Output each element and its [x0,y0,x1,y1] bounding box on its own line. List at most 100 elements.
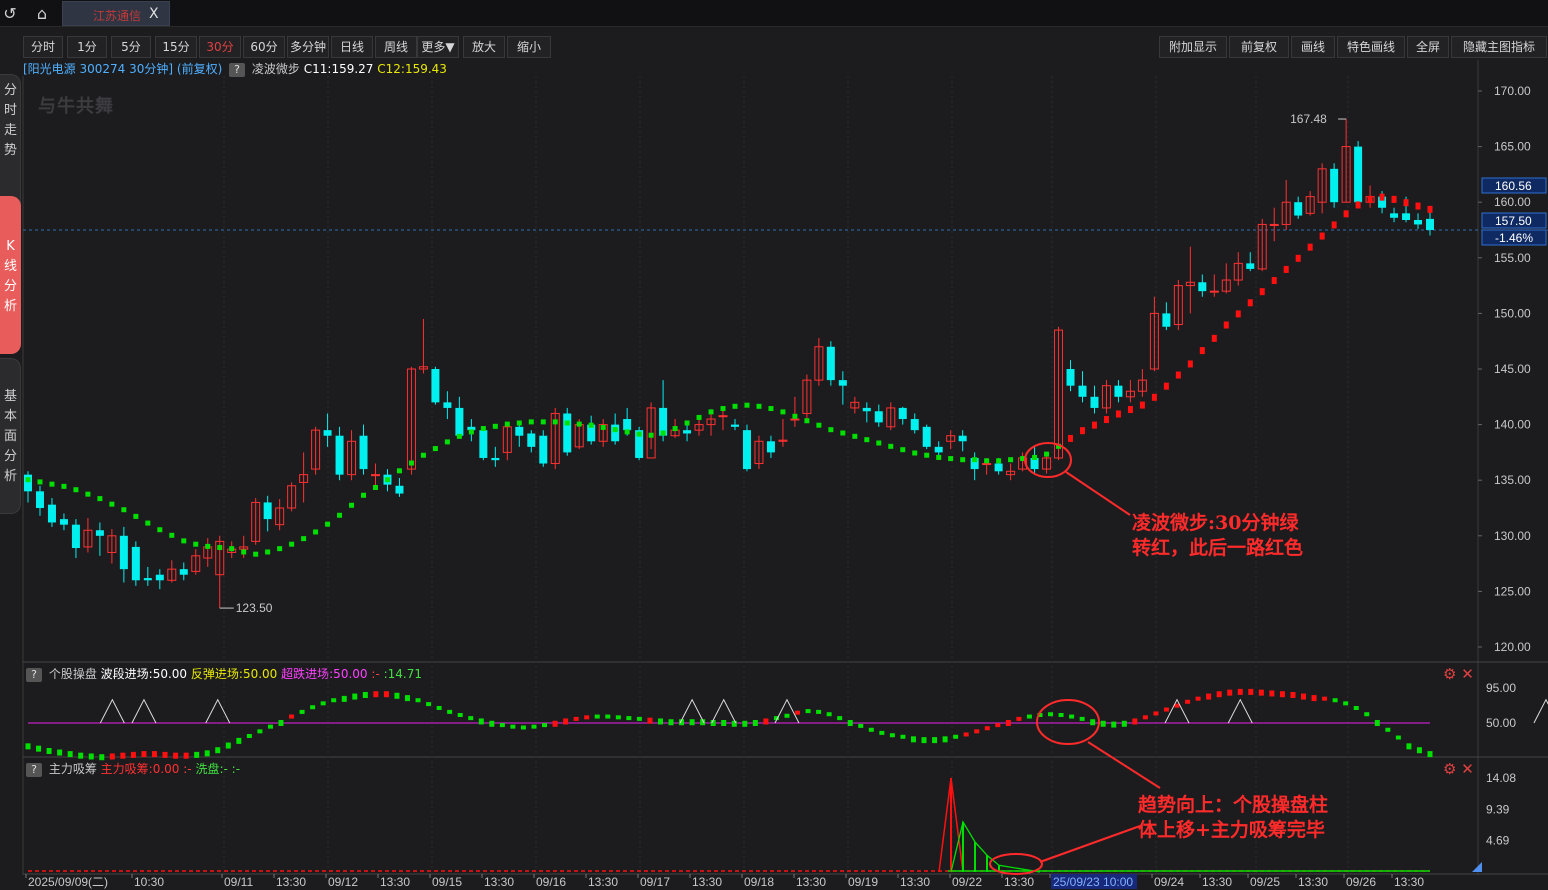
ind1-bar [1427,751,1433,758]
ind1-bar [1058,713,1064,717]
lingbo-dot [61,483,67,489]
ind1-bar [373,691,379,698]
low-label: 123.50 [236,601,273,615]
ind1-bar [752,720,758,726]
price-tick-label: 125.00 [1494,584,1531,598]
candle-body-down [431,369,440,403]
lingbo-dot [1115,410,1121,418]
ind1-bar [352,693,358,700]
ind1-bar [1016,716,1022,721]
candle-body-down [1162,313,1171,327]
ind1-bar [236,737,242,744]
ind1-bar [942,736,948,743]
ind1-bar [1237,688,1243,695]
lingbo-dot [552,419,558,425]
price-tick-label: 130.00 [1494,529,1531,543]
candle-body-down [323,430,332,436]
ind1-bar [1206,693,1212,700]
x-axis-label: 25/09/23 10:00 [1053,875,1133,889]
candle-body-down [1114,385,1123,397]
candle-body-up [371,474,381,477]
x-axis-label: 10:30 [134,875,164,889]
lingbo-dot [253,551,259,557]
lingbo-dot [528,419,534,425]
lingbo-dot [1259,288,1265,296]
candle-body-down [1414,219,1423,225]
ind1-bar [109,753,115,760]
lingbo-dot [432,446,438,452]
candle-body-down [359,435,368,470]
ind2-tick-label: 14.08 [1486,771,1516,785]
ind1-bar [1416,747,1422,754]
lingbo-dot [756,403,762,409]
lingbo-dot [1151,393,1157,401]
price-tick-label: 160.00 [1494,195,1531,209]
ind1-bar [383,691,389,698]
lingbo-dot [373,484,379,490]
price-tag-current: 157.50 [1495,214,1532,228]
ind1-bar [816,709,822,714]
ind1-bar [1048,712,1054,717]
lingbo-dot [1211,334,1217,342]
ind1-bar [594,714,600,719]
ind1-bar [900,734,906,739]
high-label: 167.48 [1290,112,1327,126]
ind1-bar [868,727,874,732]
ind1-triangle [1533,698,1548,724]
x-axis-label: 09/17 [640,875,670,889]
lingbo-dot [744,402,750,408]
x-axis-label: 09/15 [432,875,462,889]
ind1-bar [468,716,474,721]
lingbo-dot [468,429,474,435]
ind1-bar [889,733,895,738]
price-tick-label: 120.00 [1494,640,1531,654]
candle-body-down [922,426,931,447]
lingbo-dot [1079,427,1085,435]
candle-body-down [515,426,524,436]
ind1-bar [742,720,748,727]
kline-chart[interactable]: 170.00 165.00 160.00 155.00 150.00 145.00 140.… [0,0,1548,890]
ind1-bar [1100,720,1106,727]
lingbo-dot [205,543,211,549]
lingbo-dot [1271,277,1277,285]
lingbo-dot [241,549,247,555]
candle-body-up [718,415,728,418]
x-axis-label: 13:30 [588,875,618,889]
candle-body-down [611,424,620,442]
lingbo-dot [301,536,307,542]
lingbo-dot [1139,401,1145,409]
ind1-bar [1364,712,1370,717]
ind1-bar [1385,727,1391,732]
ind1-bar [1332,698,1338,703]
ind1-bar [647,717,653,724]
x-axis-label: 13:30 [276,875,306,889]
ind1-bar [457,713,463,717]
ind1-bar [1005,720,1011,726]
ind1-bar [257,729,263,734]
ind1-bar [963,732,969,737]
ind1-bar [626,716,632,721]
candle-body-down [1390,213,1399,218]
ind2-tick-label: 4.69 [1486,834,1510,848]
ind1-bar [1185,699,1191,704]
price-tick-label: 145.00 [1494,362,1531,376]
ind1-bar [489,720,495,727]
ind1-bar [99,754,105,761]
ind1-bar [520,725,526,730]
ind1-bar [1374,720,1380,726]
lingbo-dot [396,468,402,474]
lingbo-dot [325,521,331,527]
ind1-bar [320,701,326,706]
lingbo-dot [85,491,91,497]
lingbo-dot [672,426,678,432]
ind1-bar [1163,707,1169,712]
x-axis-label: 13:30 [1004,875,1034,889]
candle-body-down [263,502,272,520]
ind1-bar [1406,743,1412,750]
lingbo-dot [600,424,606,430]
ind1-triangle [1227,698,1253,724]
lingbo-dot [1199,347,1205,355]
lingbo-dot [420,452,426,458]
ind1-triangle [205,698,231,724]
ind1-bar [879,730,885,735]
